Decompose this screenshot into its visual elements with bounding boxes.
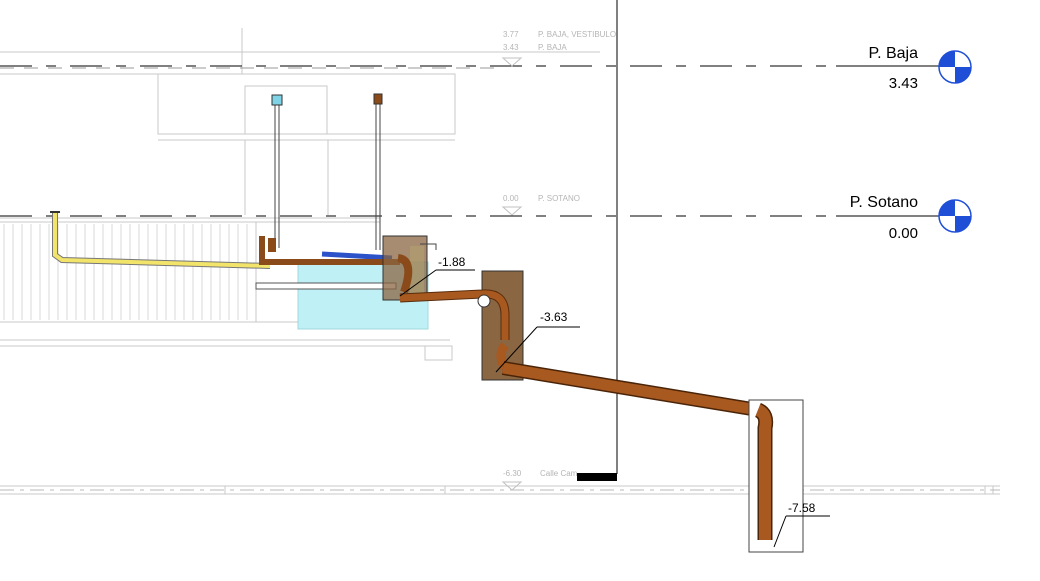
manhole-3 <box>748 399 804 553</box>
faint-elev-calle: -6.30 <box>503 469 522 478</box>
level-name-baja: P. Baja <box>868 45 918 62</box>
faint-name-calle: Calle Cam <box>540 469 578 478</box>
faint-elev-baja: 3.43 <box>503 43 519 52</box>
yellow-supply-pipe <box>50 211 271 269</box>
level-head-baja[interactable]: P. Baja 3.43 <box>836 45 972 92</box>
white-pipe <box>255 282 397 290</box>
level-marker-icon <box>938 50 972 84</box>
level-elevation-sotano: 0.00 <box>889 225 918 242</box>
section-drawing: 3.77 P. BAJA, VESTIBULO 3.43 P. BAJA 0.0… <box>0 0 1000 553</box>
faint-elev-sotano: 0.00 <box>503 194 519 203</box>
spot-elevation-c: -7.58 <box>788 501 816 515</box>
blue-pipe <box>321 251 393 261</box>
main-sewer-pipe <box>501 361 760 417</box>
spot-elevation-b: -3.63 <box>540 310 568 324</box>
faint-name-sotano: P. SOTANO <box>538 194 580 203</box>
level-head-sotano[interactable]: P. Sotano 0.00 <box>836 194 972 242</box>
faint-name-vestibulo: P. BAJA, VESTIBULO <box>538 30 616 39</box>
section-mark <box>577 473 617 481</box>
faint-name-baja: P. BAJA <box>538 43 567 52</box>
faint-elev-vestibulo: 3.77 <box>503 30 519 39</box>
level-name-sotano: P. Sotano <box>850 194 918 211</box>
level-marker-icon <box>938 199 972 233</box>
soil-hatch <box>3 224 248 320</box>
faint-level-tags: 3.77 P. BAJA, VESTIBULO 3.43 P. BAJA 0.0… <box>501 30 616 491</box>
level-elevation-baja: 3.43 <box>889 75 918 92</box>
spot-elevation-a: -1.88 <box>438 255 466 269</box>
